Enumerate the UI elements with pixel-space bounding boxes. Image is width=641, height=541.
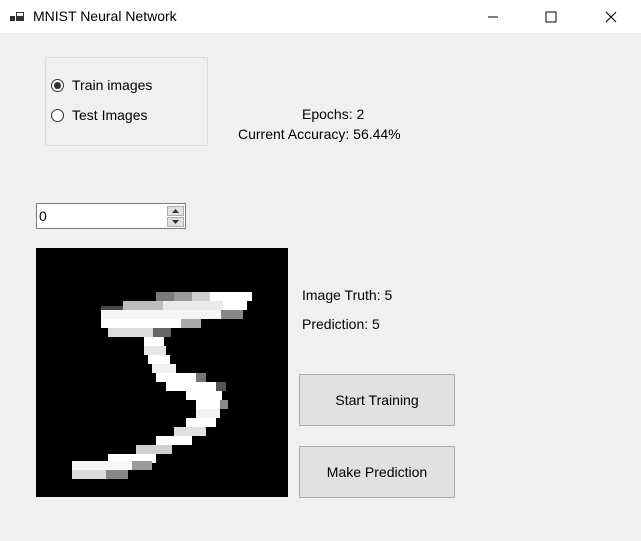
accuracy-label: Current Accuracy: 56.44%	[238, 126, 401, 142]
close-button[interactable]	[582, 0, 640, 33]
app-icon	[10, 12, 24, 21]
test-images-radio[interactable]: Test Images	[51, 107, 147, 123]
image-index-value[interactable]: 0	[39, 208, 47, 224]
make-prediction-button[interactable]: Make Prediction	[299, 446, 455, 498]
train-images-label: Train images	[72, 77, 153, 93]
start-training-button[interactable]: Start Training	[299, 374, 455, 426]
digit-five-image	[36, 248, 288, 497]
prediction-label: Prediction: 5	[302, 316, 380, 332]
title-bar: MNIST Neural Network	[0, 0, 641, 33]
increment-button[interactable]	[167, 206, 184, 216]
radio-unchecked-indicator	[51, 108, 64, 122]
test-images-label: Test Images	[72, 107, 148, 123]
decrement-button[interactable]	[167, 217, 184, 227]
minimize-button[interactable]	[464, 0, 522, 33]
chevron-down-icon	[172, 220, 179, 224]
epochs-label: Epochs: 2	[302, 106, 365, 122]
close-icon	[605, 11, 617, 22]
minimize-icon	[488, 16, 498, 17]
image-truth-label: Image Truth: 5	[302, 287, 393, 303]
image-set-groupbox	[45, 57, 208, 146]
window-title: MNIST Neural Network	[33, 8, 177, 24]
maximize-button[interactable]	[522, 0, 580, 33]
radio-checked-indicator	[51, 78, 64, 92]
image-index-stepper[interactable]: 0	[36, 203, 186, 229]
train-images-radio[interactable]: Train images	[51, 77, 152, 93]
chevron-up-icon	[172, 209, 179, 213]
digit-image	[36, 248, 288, 497]
maximize-icon	[545, 11, 557, 22]
